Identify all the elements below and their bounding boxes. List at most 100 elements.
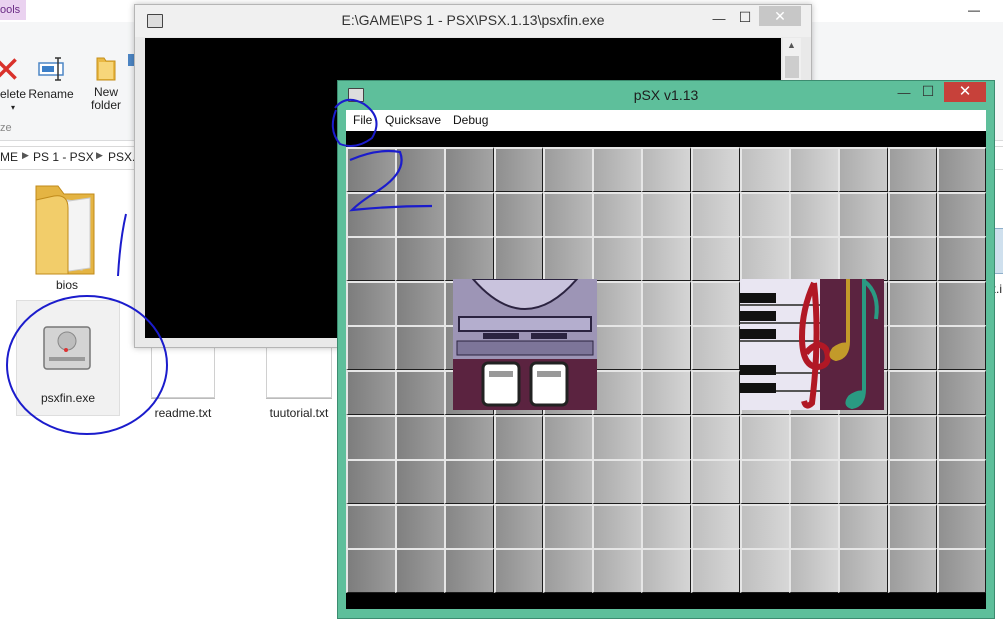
console-minimize-button[interactable]: — [709,11,729,26]
file-item-bios[interactable]: bios [20,178,114,292]
scroll-up-icon[interactable]: ▲ [787,40,796,50]
bios-tile [739,147,790,193]
bios-tile [395,414,445,460]
bios-tile [641,191,692,237]
bios-tile [395,503,445,549]
bios-tile [493,459,544,505]
file-item-readme-txt[interactable]: readme.txt [146,346,220,420]
rename-label: Rename [28,87,74,101]
file-item-psxfin-exe[interactable]: psxfin.exe [16,300,120,416]
bios-tile [690,191,741,237]
bios-tile [887,503,938,549]
bios-tile [346,370,396,416]
bios-tile [838,459,889,505]
bios-tile [789,459,839,505]
bios-tile [641,459,692,505]
file-name: bios [55,278,78,292]
bios-tile [887,459,938,505]
rename-icon [38,57,64,81]
bios-tile [887,325,938,371]
music-notes-icon [740,279,879,410]
bios-tile [739,236,790,282]
console-maximize-button[interactable]: ☐ [735,9,755,26]
bios-tile [690,370,741,416]
bios-tile [493,414,544,460]
bios-tile [887,370,938,416]
explorer-minimize-button[interactable]: — [968,3,980,17]
application-tools-tab[interactable]: ools [0,0,26,20]
bios-tile [690,459,741,505]
bios-tile [592,147,642,193]
memory-card-icon [453,279,597,407]
bios-tile [887,414,938,460]
bios-tile [395,147,445,193]
bios-tile [444,236,495,282]
bios-tile [690,147,741,193]
psx-menubar: File Quicksave Debug [346,110,986,131]
file-name: readme.txt [154,406,212,420]
bios-tile [936,370,987,416]
chevron-right-icon[interactable]: ▶ [22,150,29,161]
bios-tile [542,548,593,594]
bios-tile [789,191,839,237]
bios-tile [936,548,987,594]
bios-tile [887,280,938,326]
menu-file[interactable]: File [353,113,372,127]
psx-minimize-button[interactable]: — [894,85,914,100]
bios-tile [346,503,396,549]
bios-tile [936,191,987,237]
bios-tile [936,325,987,371]
bios-tile [690,236,741,282]
rename-button[interactable]: Rename [28,54,74,101]
bios-tile [936,236,987,282]
menu-quicksave[interactable]: Quicksave [385,113,441,127]
bios-tile [690,414,741,460]
bios-tile [887,147,938,193]
breadcrumb-segment[interactable]: PS 1 - PSX [33,150,94,164]
bios-tile [789,236,839,282]
chevron-right-icon[interactable]: ▶ [96,150,103,161]
delete-label: elete [0,87,27,101]
bios-tile-grid [346,147,987,594]
bios-tile [346,459,396,505]
bios-tile [641,325,692,371]
bios-tile [838,191,889,237]
bios-tile [641,236,692,282]
bios-tile [789,548,839,594]
menu-debug[interactable]: Debug [453,113,488,127]
bios-tile [641,147,692,193]
bios-tile [936,459,987,505]
psx-close-button[interactable]: ✕ [944,82,986,102]
new-folder-label-2: folder [90,98,122,112]
bios-tile [838,414,889,460]
breadcrumb-segment[interactable]: ME [0,150,18,164]
new-folder-button[interactable]: New folder [84,52,128,112]
text-file-icon [266,346,332,398]
bios-tile [641,414,692,460]
scrollbar-thumb[interactable] [785,56,799,78]
delete-button[interactable]: elete ▾ [0,54,26,114]
bios-tile [542,503,593,549]
psx-maximize-button[interactable]: ☐ [918,83,938,100]
bios-tile [641,370,692,416]
bios-tile [838,503,889,549]
bios-tile [592,548,642,594]
bios-tile [592,503,642,549]
bios-tile [346,191,396,237]
bios-tile [838,236,889,282]
bios-tile [444,414,495,460]
console-close-button[interactable]: ✕ [759,6,801,26]
cd-player-menu-icon[interactable] [740,279,884,410]
bios-tile [493,503,544,549]
bios-tile [739,503,790,549]
bios-tile [690,280,741,326]
file-item-tuutorial-txt[interactable]: tuutorial.txt [262,346,336,420]
bios-tile [739,191,790,237]
bios-tile [542,147,593,193]
memory-card-menu-icon[interactable] [453,279,597,410]
bios-tile [493,548,544,594]
bios-tile [395,325,445,371]
game-screen[interactable] [346,131,987,609]
bios-tile [739,414,790,460]
bios-tile [838,147,889,193]
